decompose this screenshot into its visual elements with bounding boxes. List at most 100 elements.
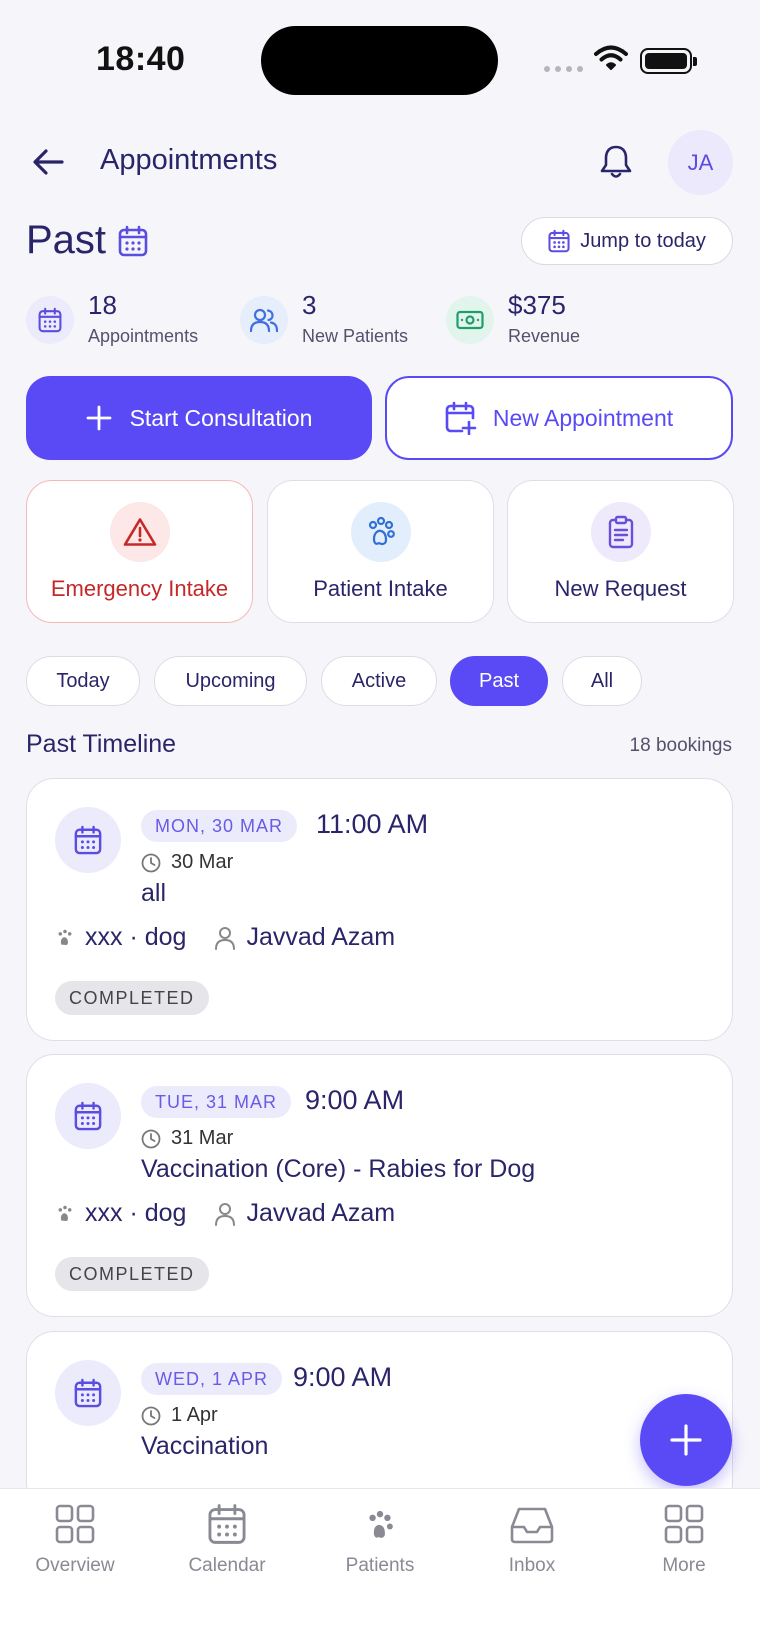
filter-chip-all[interactable]: All <box>562 656 642 706</box>
users-icon <box>240 295 288 344</box>
appointment-date: 30 Mar <box>141 851 233 874</box>
nav-label: Inbox <box>508 1555 556 1576</box>
arrow-left-icon <box>33 149 64 175</box>
grid-icon <box>664 1504 704 1544</box>
emergency-intake-label: Emergency Intake <box>50 575 229 601</box>
status-badge: COMPLETED <box>55 1257 209 1291</box>
notifications-button[interactable] <box>594 140 638 184</box>
stat-value: $375 <box>508 290 566 320</box>
stat-new-patients: 3 New Patients <box>240 292 408 347</box>
stat-label: Appointments <box>88 326 199 346</box>
paw-icon <box>369 1510 393 1538</box>
owner-name: Javvad Azam <box>246 923 396 951</box>
nav-item-patients[interactable]: Patients <box>320 1503 440 1577</box>
stat-appointments: 18 Appointments <box>26 292 198 347</box>
appointment-date-text: 30 Mar <box>171 851 234 873</box>
nav-label: Overview <box>35 1555 115 1576</box>
clipboard-icon <box>590 501 651 562</box>
appointment-card[interactable]: WED, 1 APR 9:00 AM 1 Apr Vaccination <box>26 1331 733 1511</box>
filter-chip-past[interactable]: Past <box>450 656 548 706</box>
new-appointment-button[interactable]: New Appointment <box>385 376 733 460</box>
new-request-label: New Request <box>554 575 687 601</box>
paw-icon <box>58 929 72 945</box>
paw-icon <box>58 1205 72 1221</box>
inbox-icon <box>510 1507 554 1544</box>
filter-chip-upcoming[interactable]: Upcoming <box>154 656 307 706</box>
appointment-title: all <box>141 879 167 907</box>
calendar-icon <box>55 1360 121 1426</box>
appointment-card[interactable]: TUE, 31 MAR 9:00 AM 31 Mar Vaccination (… <box>26 1054 733 1317</box>
appointment-date: 1 Apr <box>141 1404 218 1427</box>
filter-chip-active[interactable]: Active <box>321 656 437 706</box>
bottom-nav: Overview Calendar Patients Inbox More <box>0 1488 760 1644</box>
date-pill: TUE, 31 MAR <box>141 1086 292 1118</box>
date-pill: MON, 30 MAR <box>141 810 298 842</box>
new-appointment-label: New Appointment <box>492 404 674 431</box>
clock-icon <box>141 1406 161 1425</box>
filter-chip-today[interactable]: Today <box>26 656 140 706</box>
bookings-count: 18 bookings <box>629 735 732 756</box>
jump-to-today-label: Jump to today <box>580 229 706 252</box>
nav-item-overview[interactable]: Overview <box>15 1503 135 1577</box>
jump-to-today-button[interactable]: Jump to today <box>521 217 733 265</box>
appointment-title: Vaccination <box>141 1432 269 1460</box>
calendar-icon <box>26 295 74 344</box>
header-title: Appointments <box>100 144 278 176</box>
stat-label: Revenue <box>508 326 581 346</box>
appointment-card[interactable]: MON, 30 MAR 11:00 AM 30 Mar all xxx · do… <box>26 778 733 1041</box>
nav-item-calendar[interactable]: Calendar <box>167 1503 287 1577</box>
appointment-title: Vaccination (Core) - Rabies for Dog <box>141 1155 536 1183</box>
calendar-icon <box>548 229 570 253</box>
start-consultation-label: Start Consultation <box>129 404 313 431</box>
grid-icon <box>55 1504 95 1544</box>
nav-label: More <box>662 1555 706 1576</box>
back-button[interactable] <box>28 142 68 182</box>
page-title-text: Past <box>26 218 107 262</box>
plus-icon <box>670 1424 702 1456</box>
plus-icon <box>86 405 111 431</box>
clock-icon <box>141 1129 161 1148</box>
calendar-plus-icon <box>445 401 477 435</box>
date-pill: WED, 1 APR <box>141 1363 283 1395</box>
signal-icon <box>544 66 583 72</box>
bell-icon <box>600 145 632 178</box>
status-time: 18:40 <box>96 40 186 78</box>
calendar-icon <box>55 807 121 873</box>
avatar[interactable]: JA <box>668 130 733 195</box>
add-fab-button[interactable] <box>640 1394 732 1486</box>
status-badge: COMPLETED <box>55 981 209 1015</box>
patient-intake-label: Patient Intake <box>313 575 448 601</box>
appointment-time: 9:00 AM <box>305 1085 405 1115</box>
patient-name: xxx · dog <box>85 923 187 951</box>
nav-label: Calendar <box>188 1555 266 1576</box>
section-title: Past Timeline <box>26 730 177 758</box>
money-icon <box>446 295 494 344</box>
wifi-icon <box>594 44 628 77</box>
calendar-icon <box>208 1504 246 1544</box>
new-request-button[interactable]: New Request <box>507 480 734 623</box>
appointment-date: 31 Mar <box>141 1127 233 1150</box>
person-icon <box>215 926 236 950</box>
stat-value: 18 <box>88 290 117 320</box>
start-consultation-button[interactable]: Start Consultation <box>26 376 372 460</box>
paw-icon <box>350 501 411 562</box>
nav-label: Patients <box>345 1555 415 1576</box>
patient-intake-button[interactable]: Patient Intake <box>267 480 494 623</box>
warning-icon <box>109 501 170 562</box>
emergency-intake-button[interactable]: Emergency Intake <box>26 480 253 623</box>
clock-icon <box>141 853 161 872</box>
patient-name: xxx · dog <box>85 1199 187 1227</box>
calendar-icon <box>55 1083 121 1149</box>
stat-value: 3 <box>302 290 317 320</box>
dynamic-island <box>261 26 498 95</box>
appointment-date-text: 1 Apr <box>171 1404 218 1426</box>
nav-item-more[interactable]: More <box>624 1503 744 1577</box>
appointment-date-text: 31 Mar <box>171 1127 234 1149</box>
appointment-time: 9:00 AM <box>293 1362 393 1392</box>
battery-icon <box>640 48 697 74</box>
person-icon <box>215 1202 236 1226</box>
appointment-meta: xxx · dog Javvad Azam <box>55 1199 395 1228</box>
appointment-time: 11:00 AM <box>316 809 429 839</box>
calendar-icon <box>118 225 148 256</box>
nav-item-inbox[interactable]: Inbox <box>472 1503 592 1577</box>
